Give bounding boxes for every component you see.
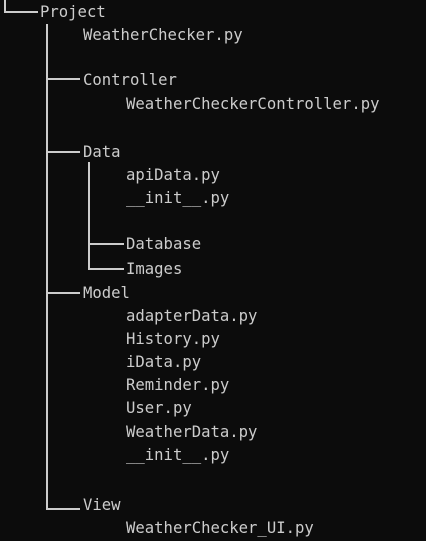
controller-branch-line: [46, 78, 80, 80]
view-file-label: WeatherChecker_UI.py: [126, 519, 314, 537]
model-file-label: Reminder.py: [126, 376, 230, 394]
model-file-label: __init__.py: [126, 446, 230, 464]
model-file-label: WeatherData.py: [126, 423, 258, 441]
controller-folder-label: Controller: [83, 71, 177, 89]
model-file-label: iData.py: [126, 353, 202, 371]
root-file-label: WeatherChecker.py: [83, 26, 243, 44]
controller-file-label: WeatherCheckerController.py: [126, 95, 380, 113]
model-branch-line: [46, 292, 80, 294]
view-folder-label: View: [83, 496, 121, 514]
model-file-label: User.py: [126, 399, 192, 417]
database-folder-label: Database: [126, 235, 202, 253]
data-file-label: __init__.py: [126, 189, 230, 207]
database-branch-line: [88, 243, 124, 245]
model-file-label: History.py: [126, 330, 220, 348]
project-folder-label: Project: [40, 3, 106, 21]
data-file-label: apiData.py: [126, 166, 220, 184]
data-branch-line: [46, 151, 80, 153]
model-file-label: adapterData.py: [126, 307, 258, 325]
images-folder-label: Images: [126, 260, 183, 278]
root-branch-horizontal-line: [4, 11, 38, 13]
view-branch-line: [46, 508, 80, 510]
project-trunk-line: [46, 24, 48, 509]
images-branch-line: [88, 268, 124, 270]
data-folder-label: Data: [83, 143, 121, 161]
model-folder-label: Model: [83, 284, 130, 302]
data-subtree-vertical-line: [88, 162, 90, 269]
directory-tree: Project WeatherChecker.py Controller Wea…: [0, 0, 426, 541]
